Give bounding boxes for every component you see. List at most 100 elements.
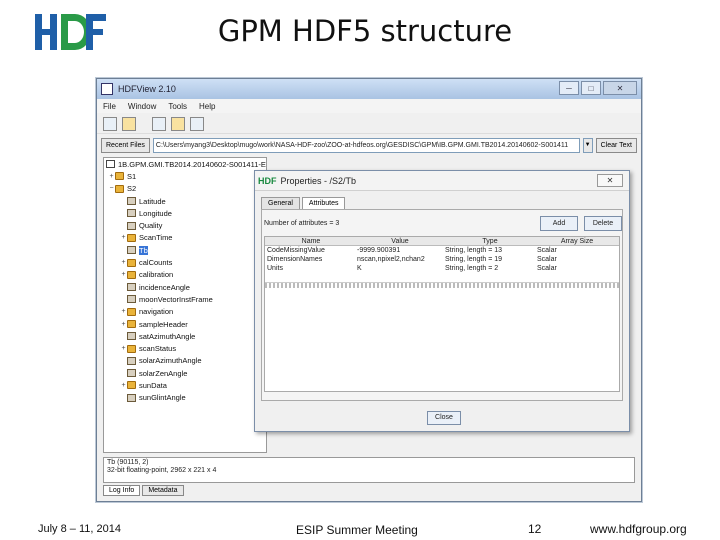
recent-files-bar: Recent Files C:\Users\myang3\Desktop\mug… (97, 136, 641, 154)
tree-item[interactable]: + calibration (104, 269, 266, 281)
recent-path-field[interactable]: C:\Users\myang3\Desktop\mugo\work\NASA-H… (152, 137, 580, 153)
tree-item-label: ScanTime (139, 233, 173, 243)
tree-item[interactable]: + S1 (104, 170, 266, 182)
tree-item[interactable]: + sampleHeader (104, 318, 266, 330)
book-icon[interactable] (152, 116, 166, 131)
menu-tools[interactable]: Tools (168, 102, 187, 111)
file-icon (106, 160, 115, 169)
add-attribute-button[interactable]: Add (540, 216, 578, 231)
open-folder-icon[interactable] (122, 116, 136, 131)
column-header-type: Type (482, 238, 498, 245)
tree-root[interactable]: 1B.GPM.GMI.TB2014.20140602-S001411-E0 (104, 158, 266, 170)
tree-item[interactable]: Longitude (104, 207, 266, 219)
dataset-icon (127, 295, 136, 304)
tree-toggle-icon[interactable]: + (120, 234, 127, 241)
tree-toggle-icon[interactable]: + (120, 308, 127, 315)
menu-help[interactable]: Help (199, 102, 215, 111)
window-title: HDFView 2.10 (118, 84, 176, 94)
tree-item-label: sunData (139, 380, 167, 390)
menu-window[interactable]: Window (128, 102, 156, 111)
table-row[interactable]: CodeMissingValue -9999.900391 String, leng… (265, 246, 619, 255)
tree-toggle-icon[interactable]: + (120, 321, 127, 328)
tree-toggle-icon[interactable]: + (120, 382, 127, 389)
table-cell: K (357, 265, 362, 272)
dataset-icon (127, 393, 136, 402)
new-file-icon[interactable] (103, 116, 117, 131)
tree-toggle-icon[interactable]: − (108, 185, 115, 192)
column-header-array-size: Array Size (560, 238, 594, 245)
footer-date: July 8 – 11, 2014 (38, 523, 121, 535)
table-cell: Scalar (537, 256, 557, 263)
bottom-tabs: Log Info Metadata (103, 485, 184, 496)
tree-toggle-icon[interactable]: + (108, 173, 115, 180)
table-cell: -9999.900391 (357, 247, 401, 254)
window-titlebar[interactable]: HDFView 2.10 ─ □ ✕ (97, 79, 641, 99)
tree-item[interactable]: − S2 (104, 183, 266, 195)
dialog-titlebar[interactable]: HDF Properties - /S2/Tb ✕ (255, 171, 629, 191)
tree-item[interactable]: incidenceAngle (104, 281, 266, 293)
hdf5-icon[interactable] (190, 116, 204, 131)
tree-item-label: Longitude (139, 208, 172, 218)
folder-icon (127, 258, 136, 267)
hdf4-icon[interactable] (171, 116, 185, 131)
minimize-icon[interactable]: ─ (559, 81, 579, 95)
tree-item-label: Tb (139, 245, 148, 255)
folder-icon (127, 233, 136, 242)
tree-item[interactable]: solarAzimuthAngle (104, 355, 266, 367)
tree-file-label: 1B.GPM.GMI.TB2014.20140602-S001411-E0 (118, 159, 267, 169)
footer-url: www.hdfgroup.org (590, 522, 687, 536)
table-divider[interactable] (265, 282, 619, 288)
delete-attribute-button[interactable]: Delete (584, 216, 622, 231)
table-row[interactable]: DimensionNames nscan,npixel2,nchan2 String… (265, 255, 619, 264)
tree-item[interactable]: + navigation (104, 306, 266, 318)
tree-item-label: navigation (139, 307, 174, 317)
tree-item[interactable]: Tb (104, 244, 266, 256)
table-cell: Scalar (537, 247, 557, 254)
folder-icon (127, 381, 136, 390)
tree-toggle-icon[interactable]: + (120, 259, 127, 266)
tree-item[interactable]: Quality (104, 219, 266, 231)
tree-item[interactable]: + calCounts (104, 256, 266, 268)
tree-item[interactable]: + scanStatus (104, 342, 266, 354)
tree-item-label: sunGlintAngle (139, 393, 186, 403)
recent-files-button[interactable]: Recent Files (101, 137, 150, 153)
dataset-icon (127, 332, 136, 341)
tree-item[interactable]: satAzimuthAngle (104, 330, 266, 342)
footer-page-number: 12 (528, 522, 542, 536)
dialog-close-icon[interactable]: ✕ (597, 174, 623, 187)
tree-item[interactable]: + sunData (104, 379, 266, 391)
tree-item-label: incidenceAngle (139, 282, 190, 292)
clear-text-button[interactable]: Clear Text (595, 137, 637, 153)
tab-log-info[interactable]: Log Info (103, 485, 141, 496)
table-cell: Units (267, 265, 283, 272)
attribute-count: Number of attributes = 3 (264, 220, 340, 227)
table-cell: String, length = 2 (445, 265, 499, 272)
dataset-icon (127, 209, 136, 218)
tree-item[interactable]: moonVectorInstFrame (104, 293, 266, 305)
dataset-icon (127, 369, 136, 378)
tree-item-label: satAzimuthAngle (139, 331, 196, 341)
table-cell: String, length = 13 (445, 247, 503, 254)
table-row[interactable]: Units K String, length = 2 Scalar (265, 264, 619, 273)
tree-item[interactable]: Latitude (104, 195, 266, 207)
maximize-icon[interactable]: □ (581, 81, 601, 95)
tree-toggle-icon[interactable]: + (120, 345, 127, 352)
tree-item[interactable]: + ScanTime (104, 232, 266, 244)
info-line-2: 32-bit floating-point, 2962 x 221 x 4 (107, 467, 217, 474)
tab-attributes[interactable]: Attributes (301, 197, 346, 209)
close-button[interactable]: Close (427, 411, 461, 425)
table-header: Name Value Type Array Size (265, 237, 619, 246)
tab-metadata[interactable]: Metadata (142, 485, 184, 496)
tree-item[interactable]: sunGlintAngle (104, 392, 266, 404)
tab-general[interactable]: General (261, 197, 300, 209)
chevron-down-icon[interactable]: ▼ (582, 137, 593, 153)
tree-toggle-icon[interactable]: + (120, 271, 127, 278)
tree-item[interactable]: solarZenAngle (104, 367, 266, 379)
info-line-1: Tb (90115, 2) (107, 459, 149, 466)
close-icon[interactable]: ✕ (603, 81, 637, 95)
properties-dialog: HDF Properties - /S2/Tb ✕ General Attrib… (254, 170, 630, 432)
folder-icon (127, 320, 136, 328)
menu-file[interactable]: File (103, 102, 116, 111)
dialog-tabs: General Attributes (261, 197, 346, 209)
column-header-name: Name (301, 238, 321, 245)
